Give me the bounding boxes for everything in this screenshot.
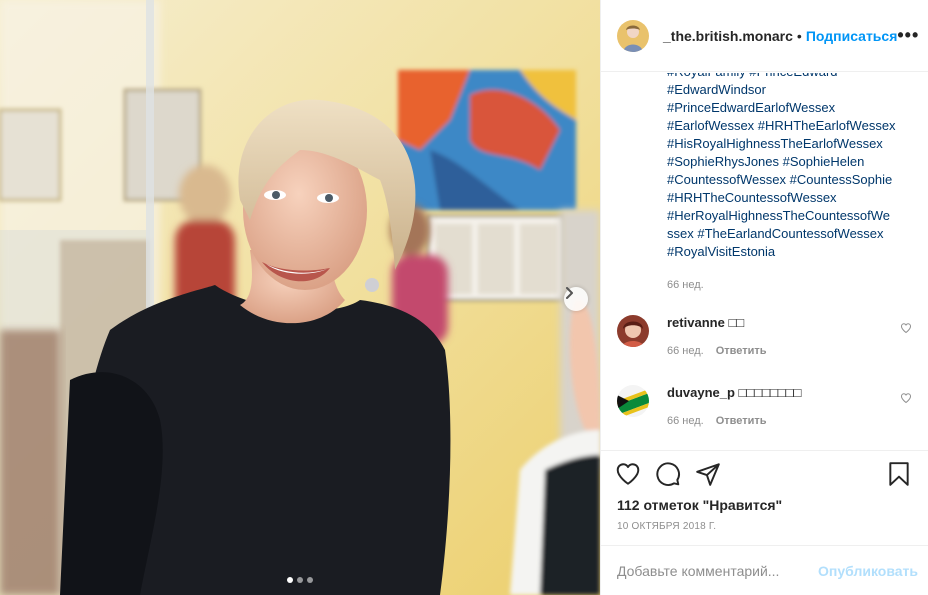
share-button[interactable] <box>695 461 721 492</box>
comment-timestamp[interactable]: 66 нед. <box>667 345 704 357</box>
reply-button[interactable]: Ответить <box>716 345 767 357</box>
author-username[interactable]: _the.british.monarc <box>663 28 793 44</box>
post-side-panel: _the.british.monarc • Подписаться ••• #R… <box>600 0 928 595</box>
publish-comment-button[interactable]: Опубликовать <box>818 563 918 579</box>
heart-icon <box>900 393 912 404</box>
header-separator: • <box>796 27 802 44</box>
comment-username-text[interactable]: duvayne_p <box>667 385 735 400</box>
comment-button[interactable] <box>655 461 681 492</box>
heart-icon <box>900 323 912 334</box>
comment-item: duvayne_p □□□□□□□□ 66 нед. Ответить <box>617 385 912 441</box>
caption-hashtags-line[interactable]: #SophieRhysJones #SophieHelen <box>667 153 915 171</box>
commenter-avatar[interactable] <box>617 385 649 417</box>
instagram-post: _the.british.monarc • Подписаться ••• #R… <box>0 0 928 595</box>
comment-text: □□□□□□□□ <box>738 385 802 400</box>
follow-button[interactable]: Подписаться <box>806 28 898 44</box>
comment-username[interactable]: retivanne □□ <box>667 315 744 330</box>
heart-icon <box>616 463 640 485</box>
caption-hashtags-line[interactable]: ssex #TheEarlandCountessofWessex <box>667 225 915 243</box>
carousel-dot <box>307 577 313 583</box>
carousel-dot-active <box>287 577 293 583</box>
comment-input[interactable] <box>617 562 819 579</box>
caption-hashtags-line[interactable]: #EarlofWessex #HRHTheEarlofWessex <box>667 117 915 135</box>
photo-illustration <box>0 0 600 595</box>
comment-username[interactable]: duvayne_p □□□□□□□□ <box>667 385 801 400</box>
more-options-button[interactable]: ••• <box>897 25 919 46</box>
author-avatar-image <box>617 19 649 52</box>
save-button[interactable] <box>886 461 912 492</box>
reply-button[interactable]: Ответить <box>716 415 767 427</box>
post-photo[interactable] <box>0 0 600 595</box>
like-button[interactable] <box>615 461 641 492</box>
next-slide-button[interactable] <box>564 287 588 311</box>
comment-username-text[interactable]: retivanne <box>667 315 725 330</box>
post-caption: #RoyalFamily #PrinceEdward #EdwardWindso… <box>667 73 915 261</box>
post-date[interactable]: 10 ОКТЯБРЯ 2018 Г. <box>617 521 716 532</box>
caption-hashtags-line[interactable]: #HerRoyalHighnessTheCountessofWe <box>667 207 915 225</box>
commenter-avatar[interactable] <box>617 315 649 347</box>
caption-hashtags-line[interactable]: #RoyalFamily #PrinceEdward <box>667 73 915 81</box>
caption-hashtags-line[interactable]: #RoyalVisitEstonia <box>667 243 915 261</box>
bookmark-icon <box>889 462 909 486</box>
post-header: _the.british.monarc • Подписаться ••• <box>601 0 928 72</box>
commenter-avatar-image <box>617 315 649 347</box>
comment-item: retivanne □□ 66 нед. Ответить <box>617 315 912 371</box>
caption-timestamp[interactable]: 66 нед. <box>667 279 704 291</box>
caption-hashtags-line[interactable]: #PrinceEdwardEarlofWessex <box>667 99 915 117</box>
action-icons <box>615 461 912 489</box>
carousel-indicator <box>0 577 600 583</box>
comment-meta: 66 нед. Ответить <box>667 415 767 427</box>
like-comment-button[interactable] <box>900 391 912 409</box>
add-comment-bar: Опубликовать <box>601 545 928 595</box>
post-actions: 112 отметок "Нравится" 10 ОКТЯБРЯ 2018 Г… <box>601 450 928 545</box>
author-avatar[interactable] <box>617 19 649 52</box>
comment-text: □□ <box>728 315 745 330</box>
carousel-dot <box>297 577 303 583</box>
comment-meta: 66 нед. Ответить <box>667 345 767 357</box>
commenter-avatar-image <box>617 385 649 417</box>
caption-hashtags-line[interactable]: #EdwardWindsor <box>667 81 915 99</box>
comment-timestamp[interactable]: 66 нед. <box>667 415 704 427</box>
likes-count[interactable]: 112 отметок "Нравится" <box>617 497 782 513</box>
caption-hashtags-line[interactable]: #HRHTheCountessofWessex <box>667 189 915 207</box>
share-icon <box>696 463 720 486</box>
comment-icon <box>656 462 680 486</box>
comments-list[interactable]: #RoyalFamily #PrinceEdward #EdwardWindso… <box>601 73 928 449</box>
caption-hashtags-line[interactable]: #HisRoyalHighnessTheEarlofWessex <box>667 135 915 153</box>
caption-hashtags-line[interactable]: #CountessofWessex #CountessSophie <box>667 171 915 189</box>
chevron-right-icon <box>566 287 573 299</box>
like-comment-button[interactable] <box>900 321 912 339</box>
